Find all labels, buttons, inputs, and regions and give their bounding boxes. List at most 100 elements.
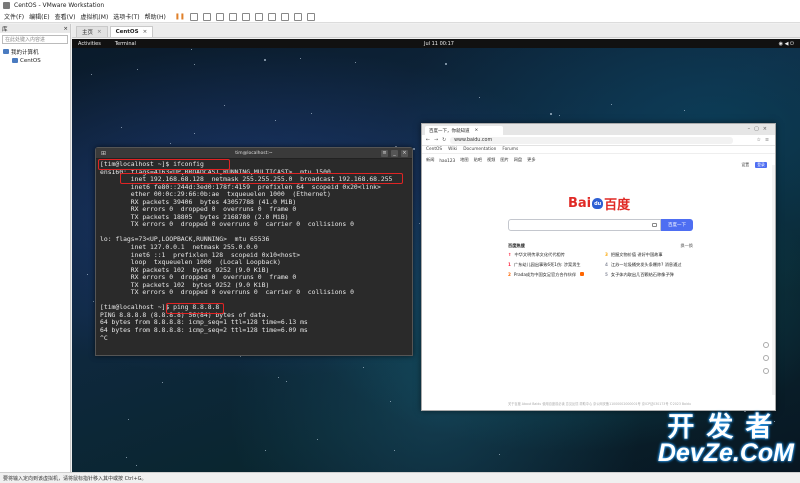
wallpaper-star [137,69,138,70]
url-input[interactable]: www.baidu.com [450,136,733,144]
wallpaper-star [275,120,276,121]
bookmark-star-icon[interactable]: ☆ [757,138,761,143]
help-icon[interactable] [763,355,769,361]
window-controls-icon[interactable]: –▢× [748,126,771,132]
guest-screen[interactable]: Activities Terminal Jul 11 00:17 ◉ ◀ ⏻ ⊞… [72,39,800,472]
browser-tab[interactable]: 百度一下，你就知道 × [425,126,503,135]
terminal-title: tim@localhost:~ [235,150,273,156]
wallpaper-star [390,401,391,402]
tab-label: 主页 [82,30,94,36]
nav-images[interactable]: 图片 [500,157,508,163]
bookmark-wiki[interactable]: Wiki [448,147,457,152]
browser-scrollbar[interactable] [772,165,775,395]
menu-vm[interactable]: 虚拟机(M) [80,12,108,21]
status-bar: 要将输入定向到该虚拟机，请将鼠标指针移入其中或按 Ctrl+G。 [0,472,800,483]
camera-icon[interactable] [652,223,657,227]
browser-menu-icon[interactable]: ≡ [765,138,769,143]
wallpaper-star [265,450,266,451]
terminal-window[interactable]: ⊞ tim@localhost:~ ≡ _ × [tim@localhost ~… [95,147,413,356]
refresh-hot-button[interactable]: 换一换 [680,243,693,249]
terminal-app-menu[interactable]: Terminal [115,41,136,47]
wallpaper-star [550,113,552,115]
thumbnail-icon[interactable] [254,12,263,21]
terminal-line: 64 bytes from 8.8.8.8: icmp_seq=2 ttl=12… [100,326,308,335]
system-menu-icon[interactable]: ◉ ◀ ⏻ [779,41,794,47]
pause-icon[interactable]: ❚❚ [175,13,185,20]
snapshot-manager-icon[interactable] [228,12,237,21]
wallpaper-star [311,113,312,114]
close-icon[interactable]: × [143,29,148,35]
hot-rank: 2 [508,272,511,277]
back-icon[interactable]: ← [426,138,430,143]
clock[interactable]: Jul 11 00:17 [424,41,454,47]
wallpaper-star [684,110,685,111]
nav-tieba[interactable]: 贴吧 [474,157,482,163]
tab-home[interactable]: 主页 × [76,26,108,37]
menu-icon[interactable]: ≡ [381,149,388,157]
logo-cn: 百度 [604,198,631,213]
wallpaper-star [355,62,356,63]
activities-button[interactable]: Activities [78,41,101,47]
wallpaper-star [363,367,364,368]
menu-edit[interactable]: 编辑(E) [29,12,49,21]
bookmark-centos[interactable]: CentOS [426,147,442,152]
login-button[interactable]: 登录 [755,162,767,168]
nav-more[interactable]: 更多 [527,157,535,163]
wallpaper-star [136,465,137,466]
forward-icon[interactable]: → [434,138,438,143]
console-view-icon[interactable] [293,12,302,21]
send-keys-icon[interactable] [189,12,198,21]
search-button[interactable]: 百度一下 [661,219,693,231]
nav-pan[interactable]: 网盘 [514,157,522,163]
menu-help[interactable]: 帮助(H) [145,12,166,21]
stretch-icon[interactable] [306,12,315,21]
hot-item-text: Prada成为中国女足官方合作伙伴 [513,272,577,277]
wallpaper-star [194,64,195,65]
hot-rank: 5 [605,272,608,277]
settings-link[interactable]: 设置 [741,162,749,168]
menu-file[interactable]: 文件(F) [4,12,24,21]
full-screen-icon[interactable] [267,12,276,21]
bookmark-forums[interactable]: Forums [502,147,518,152]
hot-rank-icon: ⇑ [508,252,512,257]
hot-item[interactable]: 5 女子体内取出几百颗结石称像子弹 [605,272,693,278]
wallpaper-star [286,381,287,382]
minimize-icon[interactable]: _ [391,149,398,157]
new-tab-icon[interactable]: ⊞ [101,150,106,157]
nav-hao123[interactable]: hao123 [439,158,455,163]
hot-item[interactable]: 2 Prada成为中国女足官方合作伙伴 [508,272,605,278]
terminal-line: ^C [100,333,108,342]
browser-tab-bar: 百度一下，你就知道 × –▢× [422,124,775,135]
nav-video[interactable]: 视频 [487,157,495,163]
bookmark-documentation[interactable]: Documentation [463,147,496,152]
baidu-footer: 关于百度 About Baidu 使用百度前必读 意见反馈 帮助中心 京公网安备… [508,402,691,406]
menu-tabs[interactable]: 选项卡(T) [113,12,139,21]
nav-map[interactable]: 地图 [460,157,468,163]
tree-node-my-computer[interactable]: 我的计算机 [0,47,70,56]
snapshot-icon[interactable] [202,12,211,21]
hot-item[interactable]: ⇑ 中华文明传承文化代代相传 [508,252,605,258]
library-search-input[interactable]: 在此处键入内容进 [2,35,68,44]
close-icon[interactable]: × [401,149,408,157]
hot-item[interactable]: 3 把握文物价值 讲好中国故事 [605,252,693,258]
menu-view[interactable]: 查看(V) [55,12,76,21]
hot-item[interactable]: 4 江苏一垃圾桶突发头条爆炸? 消息通过 [605,262,693,268]
revert-snapshot-icon[interactable] [215,12,224,21]
browser-window[interactable]: 百度一下，你就知道 × –▢× ← → ↻ www.baidu.com ☆ ≡ … [421,123,776,411]
nav-news[interactable]: 新闻 [426,157,434,163]
library-title: 库 [2,26,8,33]
tab-centos[interactable]: CentOS × [109,26,154,37]
library-close-icon[interactable]: × [63,26,68,32]
library-toggle-icon[interactable] [241,12,250,21]
terminal-output[interactable]: [tim@localhost ~]$ ifconfig ens160: flags… [96,159,412,344]
top-icon[interactable] [763,368,769,374]
tree-node-centos[interactable]: CentOS [0,56,70,65]
unity-icon[interactable] [280,12,289,21]
close-icon[interactable]: × [475,128,479,133]
reload-icon[interactable]: ↻ [442,138,446,143]
search-input[interactable] [508,219,661,231]
feedback-icon[interactable] [763,342,769,348]
close-icon[interactable]: × [97,29,102,35]
wallpaper-star [479,97,480,98]
hot-item[interactable]: 1 广东幼儿园出事致6死1伤: 涉案男生 [508,262,605,268]
